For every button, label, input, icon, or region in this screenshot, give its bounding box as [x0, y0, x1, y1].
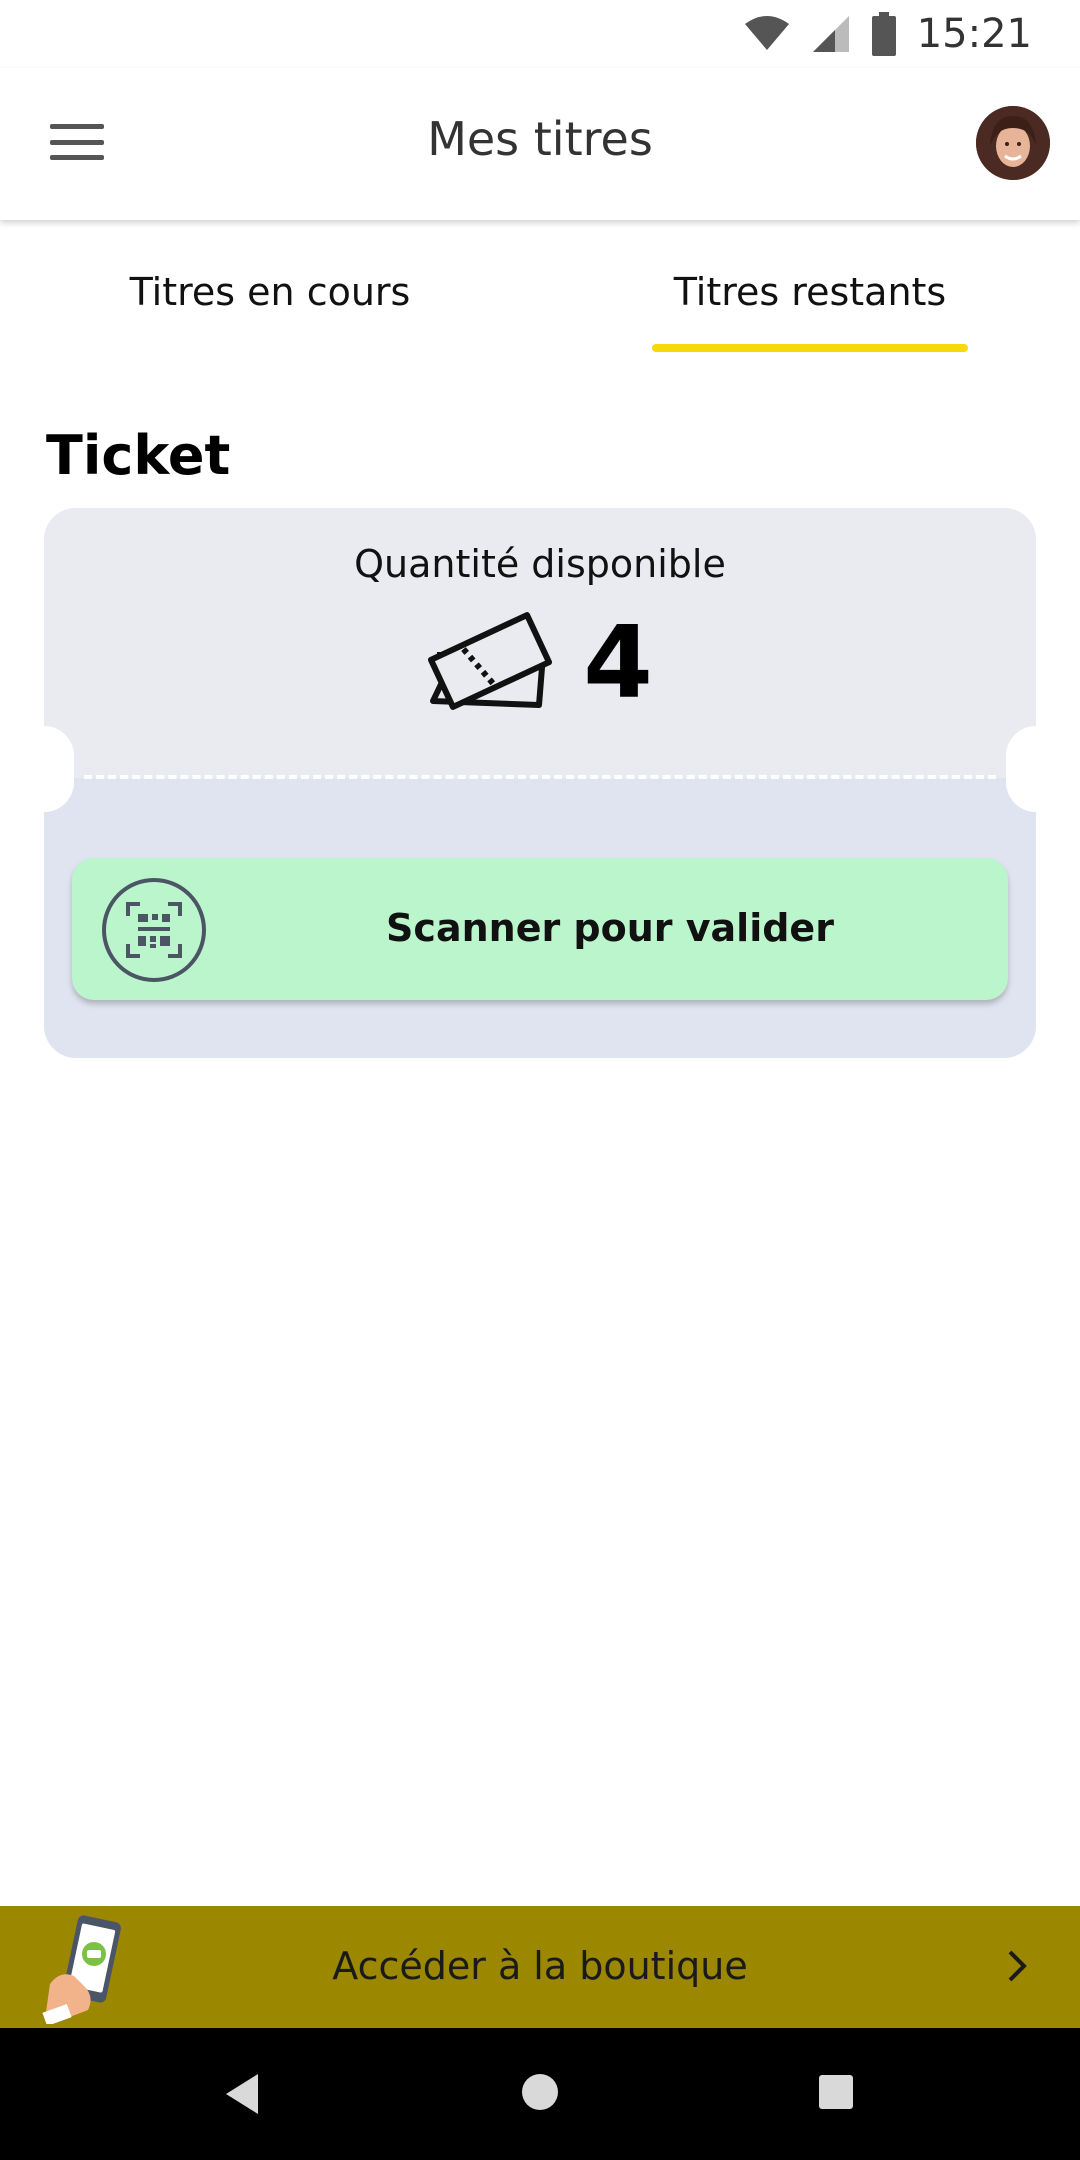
back-icon[interactable] — [222, 2072, 262, 2120]
shop-banner[interactable]: Accéder à la boutique — [0, 1906, 1080, 2028]
tab-titres-restants[interactable]: Titres restants — [540, 270, 1080, 314]
page-title: Mes titres — [427, 112, 653, 166]
tickets-icon — [427, 609, 553, 717]
scan-button-label: Scanner pour valider — [386, 906, 834, 950]
chevron-right-icon — [998, 1946, 1034, 1986]
quantity-value: 4 — [583, 604, 653, 721]
shop-banner-label: Accéder à la boutique — [332, 1944, 748, 1988]
ticket-card: Quantité disponible 4 Scanner pour valid… — [44, 508, 1036, 1058]
signal-icon — [811, 14, 851, 54]
quantity-row: 4 — [44, 603, 1036, 723]
recents-icon[interactable] — [818, 2074, 854, 2114]
system-navigation-bar — [0, 2028, 1080, 2160]
ticket-notch-right — [1006, 726, 1036, 812]
user-avatar[interactable] — [976, 106, 1050, 180]
qr-scan-icon — [102, 878, 206, 982]
wifi-icon — [743, 16, 791, 52]
status-time: 15:21 — [916, 11, 1032, 57]
scan-to-validate-button[interactable]: Scanner pour valider — [72, 858, 1008, 1000]
tab-bar: Titres en cours Titres restants — [0, 220, 1080, 360]
section-title: Ticket — [46, 424, 231, 487]
battery-icon — [871, 12, 897, 56]
home-icon[interactable] — [520, 2072, 560, 2116]
app-bar: Mes titres — [0, 68, 1080, 220]
quantity-label: Quantité disponible — [354, 542, 726, 586]
ticket-perforation — [84, 775, 996, 779]
status-bar: 15:21 — [0, 0, 1080, 68]
active-tab-indicator — [652, 344, 968, 352]
tab-titres-en-cours[interactable]: Titres en cours — [0, 270, 540, 314]
